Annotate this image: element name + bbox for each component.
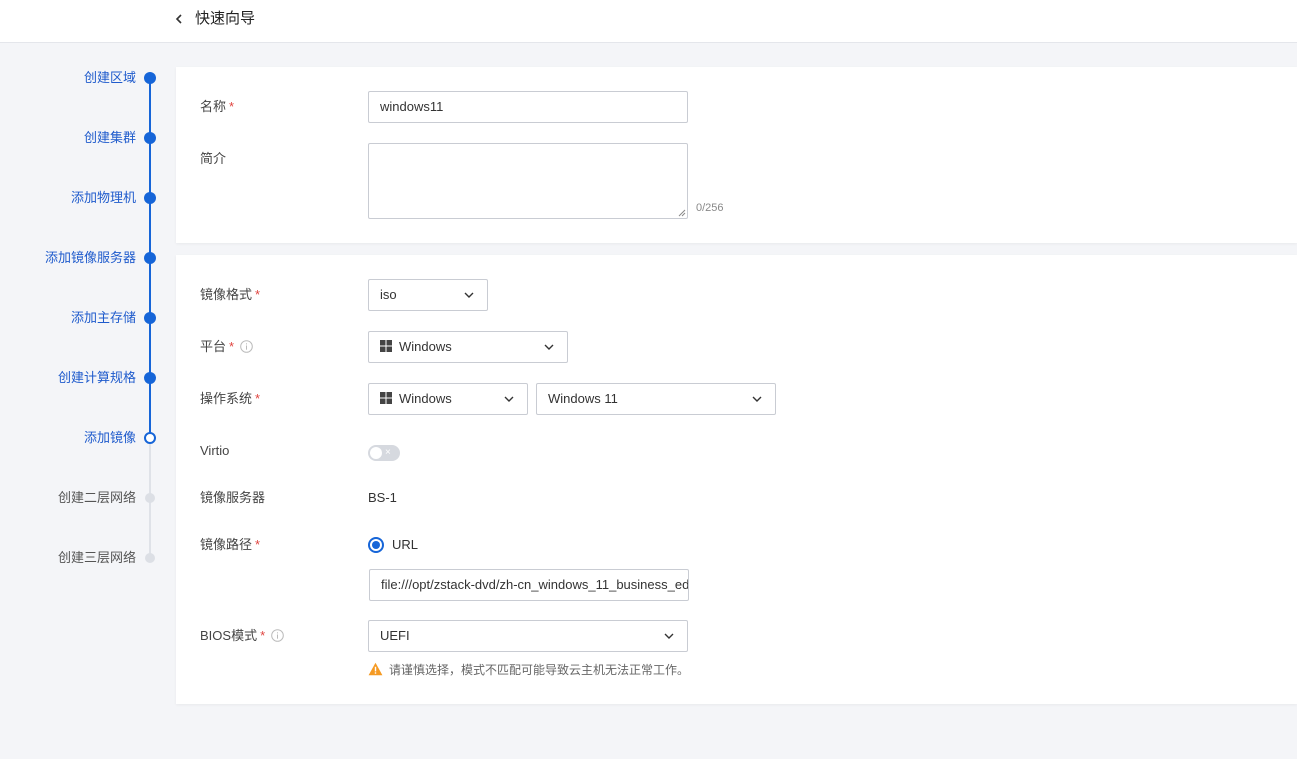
description-char-counter: 0/256 [696,202,724,214]
step-create-l3-network: 创建三层网络 [0,548,155,568]
chevron-down-icon [664,633,674,639]
name-label: 名称 * [200,99,235,114]
bios-mode-label: BIOS模式 * [200,626,284,646]
step-label: 添加镜像服务器 [44,250,136,265]
image-format-label: 镜像格式 * [200,287,261,302]
chevron-left-icon[interactable] [172,10,186,28]
step-label: 添加物理机 [70,190,136,205]
image-server-value: BS-1 [368,490,397,505]
image-format-value: iso [380,287,397,302]
step-add-backup-storage[interactable]: 添加镜像服务器 [0,248,156,268]
chevron-down-icon [464,292,474,298]
image-path-label: 镜像路径 * [200,537,261,552]
url-radio-label[interactable]: URL [392,535,418,555]
warning-icon [368,662,383,676]
bios-mode-select[interactable]: UEFI [368,620,688,652]
step-done-dot [144,372,156,384]
os-type-value: Windows [399,391,452,406]
chevron-down-icon [752,396,762,402]
os-version-value: Windows 11 [548,391,618,406]
platform-label: 平台 * [200,337,253,357]
step-done-dot [144,132,156,144]
step-create-zone[interactable]: 创建区域 [0,68,156,88]
windows-icon [380,392,392,404]
step-label: 创建计算规格 [57,370,136,385]
step-create-instance-offering[interactable]: 创建计算规格 [0,368,156,388]
image-config-card: 镜像格式 * iso 平台 * Windows 操作系统 * Windows Wind… [176,255,1297,704]
page-title: 快速向导 [195,10,256,27]
step-current-dot [144,432,156,444]
required-mark: * [255,537,261,552]
image-url-input[interactable]: file:///opt/zstack-dvd/zh-cn_windows_11_… [369,569,689,601]
info-icon[interactable] [271,629,284,642]
info-icon[interactable] [240,340,253,353]
radio-selected-dot [372,541,380,549]
bios-mode-value: UEFI [380,628,410,643]
step-done-dot [144,312,156,324]
bios-warning: 请谨慎选择，模式不匹配可能导致云主机无法正常工作。 [368,661,689,679]
step-label: 创建三层网络 [57,550,136,565]
image-server-label: 镜像服务器 [200,490,266,505]
step-label: 添加镜像 [83,430,136,445]
step-create-cluster[interactable]: 创建集群 [0,128,156,148]
step-todo-dot [145,493,155,503]
toggle-off-mark: × [385,447,391,458]
description-textarea[interactable] [368,143,688,219]
name-input[interactable]: windows11 [368,91,688,123]
platform-select[interactable]: Windows [368,331,568,363]
virtio-toggle[interactable]: × [368,445,400,461]
resize-handle-icon[interactable] [678,209,686,217]
required-mark: * [255,287,261,302]
required-mark: * [229,339,235,354]
windows-icon [380,340,392,352]
toggle-knob [370,447,382,459]
top-bar: 快速向导 [0,0,1297,43]
step-done-dot [144,192,156,204]
required-mark: * [229,99,235,114]
step-done-dot [144,252,156,264]
chevron-down-icon [504,396,514,402]
virtio-label: Virtio [200,443,230,458]
step-add-primary-storage[interactable]: 添加主存储 [0,308,156,328]
basic-info-card: 名称 * windows11 简介 0/256 [176,67,1297,243]
os-type-select[interactable]: Windows [368,383,528,415]
step-add-host[interactable]: 添加物理机 [0,188,156,208]
url-radio[interactable] [368,537,384,553]
required-mark: * [255,391,261,406]
step-label: 创建二层网络 [57,490,136,505]
step-label: 创建区域 [83,70,136,85]
step-label: 添加主存储 [70,310,136,325]
required-mark: * [260,628,266,643]
step-add-image[interactable]: 添加镜像 [0,428,156,448]
chevron-down-icon [544,344,554,350]
step-done-dot [144,72,156,84]
os-version-select[interactable]: Windows 11 [536,383,776,415]
wizard-steps: 创建区域 创建集群 添加物理机 添加镜像服务器 添加主存储 创建计算规格 添加镜… [0,43,176,759]
description-label: 简介 [200,151,227,166]
os-label: 操作系统 * [200,391,261,406]
step-label: 创建集群 [83,130,136,145]
step-todo-dot [145,553,155,563]
step-create-l2-network: 创建二层网络 [0,488,155,508]
image-format-select[interactable]: iso [368,279,488,311]
platform-value: Windows [399,339,452,354]
bios-warning-text: 请谨慎选择，模式不匹配可能导致云主机无法正常工作。 [389,663,690,677]
